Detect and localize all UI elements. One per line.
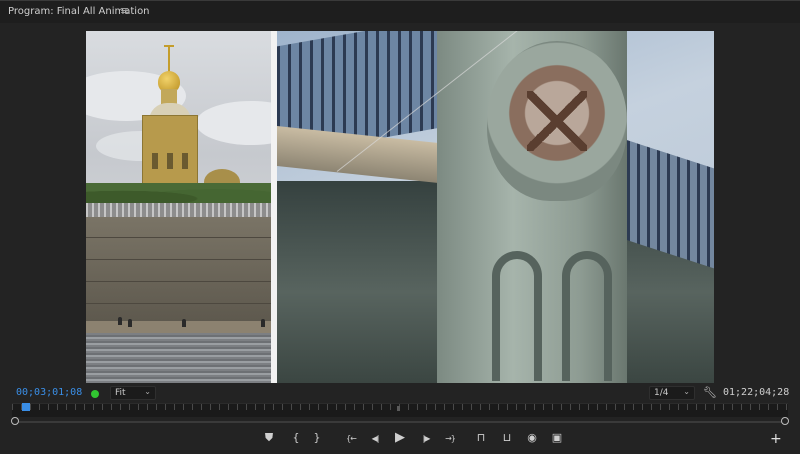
time-ruler[interactable] — [12, 403, 788, 417]
marker-icon: ⛊ — [264, 431, 274, 444]
playhead-handle[interactable] — [22, 403, 30, 411]
zoom-level-value: Fit — [115, 388, 126, 398]
step-forward-button[interactable]: |▶ — [419, 431, 433, 445]
duration-timecode: 01;22;04;28 — [723, 387, 790, 398]
cathedral-cross — [164, 45, 174, 47]
comparison-icon: ▣ — [551, 431, 563, 444]
resolution-value: 1/4 — [654, 388, 669, 398]
extract-button[interactable]: ⊔ — [500, 431, 514, 445]
hamburger-menu-icon[interactable]: ≡ — [120, 4, 129, 17]
zoom-handle-left[interactable] — [11, 417, 19, 425]
bridge-image — [277, 31, 714, 383]
monitor-controls-row: 00;03;01;08 Fit ⌄ 1/4 ⌄ 🔧︎ 01;22;04;28 — [0, 385, 800, 403]
current-timecode[interactable]: 00;03;01;08 — [16, 387, 82, 398]
go-to-out-icon: →} — [445, 434, 456, 443]
panel-title-bar: Program: Final All Animation ≡ — [0, 1, 800, 23]
chevron-down-icon: ⌄ — [144, 387, 151, 396]
camera-icon: ◉ — [527, 431, 537, 444]
lift-button[interactable]: ⊓ — [474, 431, 488, 445]
cathedral-spire — [168, 45, 170, 73]
status-indicator-icon — [91, 390, 99, 398]
mark-in-button[interactable]: { — [289, 431, 303, 445]
zoom-level-select[interactable]: Fit ⌄ — [110, 386, 156, 400]
cathedral-image — [86, 31, 271, 383]
river-water — [86, 333, 271, 383]
button-editor-add-icon[interactable]: + — [770, 431, 782, 447]
comparison-view-button[interactable]: ▣ — [550, 431, 564, 445]
export-frame-button[interactable]: ◉ — [525, 431, 539, 445]
program-monitor-panel: Program: Final All Animation ≡ 00;03;01;… — [0, 0, 800, 454]
play-icon: ▶ — [395, 430, 405, 445]
mark-in-icon: { — [292, 431, 300, 444]
mark-out-icon: } — [313, 431, 321, 444]
play-button[interactable]: ▶ — [393, 431, 407, 445]
video-frame — [86, 31, 714, 383]
ruler-ticks — [12, 404, 788, 410]
zoom-handle-right[interactable] — [781, 417, 789, 425]
add-marker-button[interactable]: ⛊ — [262, 431, 276, 445]
lift-icon: ⊓ — [476, 431, 486, 444]
step-forward-icon: |▶ — [422, 434, 431, 443]
chevron-down-icon: ⌄ — [683, 387, 690, 396]
go-to-in-button[interactable]: {← — [344, 431, 358, 445]
extract-icon: ⊔ — [502, 431, 512, 444]
playback-resolution-select[interactable]: 1/4 ⌄ — [649, 386, 695, 400]
zoom-scroll-bar[interactable] — [16, 421, 784, 423]
fortress-wall — [86, 217, 271, 321]
wrench-icon[interactable]: 🔧︎ — [703, 386, 717, 399]
ruler-center-mark — [397, 406, 400, 411]
go-to-out-button[interactable]: →} — [443, 431, 457, 445]
step-back-icon: ◀| — [371, 434, 380, 443]
step-back-button[interactable]: ◀| — [368, 431, 382, 445]
video-viewer[interactable] — [0, 23, 800, 385]
mark-out-button[interactable]: } — [310, 431, 324, 445]
go-to-in-icon: {← — [346, 434, 357, 443]
